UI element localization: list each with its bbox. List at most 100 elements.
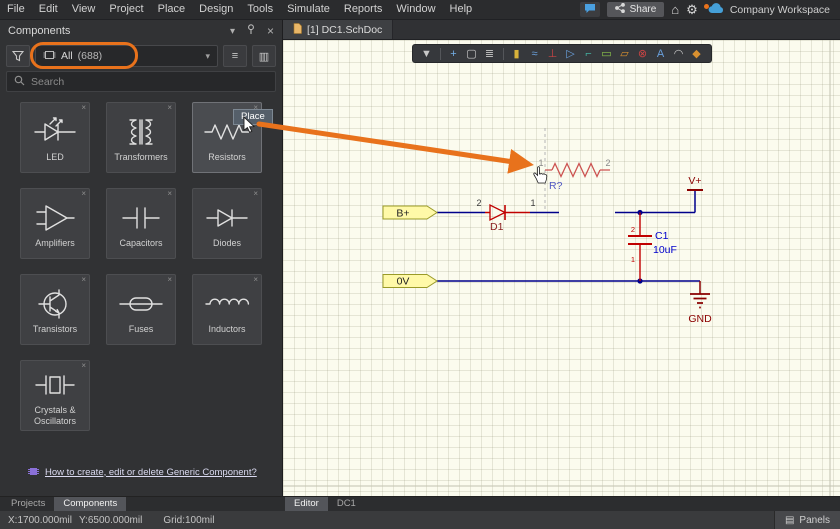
category-tile-crystal[interactable]: ×Crystals & Oscillators	[20, 360, 90, 431]
home-icon[interactable]: ⌂	[671, 2, 679, 17]
search-input[interactable]	[31, 76, 268, 88]
menu-item-design[interactable]: Design	[192, 0, 240, 19]
tile-remove-icon[interactable]: ×	[253, 275, 258, 284]
chevron-down-icon: ▾	[205, 51, 210, 62]
filter-row: All (688) ▾ ≡ ▥	[6, 44, 276, 68]
capacitor-c1[interactable]	[628, 213, 652, 282]
status-x: X:1700.000mil	[8, 515, 72, 526]
resistor-being-placed[interactable]	[545, 164, 610, 177]
place-wire-icon[interactable]: ≈	[527, 46, 543, 62]
dropdown-count: (688)	[78, 50, 103, 62]
place-arc-icon[interactable]: ◠	[671, 46, 687, 62]
tile-remove-icon[interactable]: ×	[81, 361, 86, 370]
cap-pin2-label: 2	[631, 225, 635, 234]
cap-value: 10uF	[653, 244, 677, 256]
category-tile-led[interactable]: ×LED	[20, 102, 90, 173]
menu-item-file[interactable]: File	[0, 0, 32, 19]
power-port-icon[interactable]: ⊥	[545, 46, 561, 62]
diode-designator: D1	[490, 221, 504, 233]
port-bplus[interactable]	[383, 206, 437, 219]
align-icon[interactable]: ≣	[482, 46, 498, 62]
panel-menu-icon[interactable]: ▾	[230, 26, 235, 37]
schematic-canvas[interactable]: ▼+▢≣▮≈⊥▷⌐▭▱⊗A◠◆ B+ 2 1 D1	[283, 40, 840, 496]
led-symbol-icon	[31, 115, 79, 149]
diode-d1[interactable]	[485, 205, 530, 220]
select-area-icon[interactable]: ▢	[464, 46, 480, 62]
category-dropdown[interactable]: All (688) ▾	[35, 45, 218, 67]
tile-label: Amplifiers	[33, 238, 77, 248]
place-bus-icon[interactable]: ⌐	[581, 46, 597, 62]
selection-filter-icon[interactable]: ▼	[419, 46, 435, 62]
menu-item-help[interactable]: Help	[443, 0, 480, 19]
pin-icon[interactable]	[246, 24, 256, 38]
funnel-icon	[12, 50, 24, 62]
crystal-symbol-icon	[31, 368, 79, 402]
gnd-symbol[interactable]	[690, 281, 710, 308]
status-grid: Grid:100mil	[163, 515, 214, 526]
toolbar-separator	[440, 48, 441, 60]
settings-icon[interactable]: ⚙	[686, 2, 698, 17]
menu-item-tools[interactable]: Tools	[240, 0, 280, 19]
tile-remove-icon[interactable]: ×	[167, 275, 172, 284]
share-label: Share	[630, 4, 657, 15]
schematic-drawing: B+ 2 1 D1 2 1 C1 10uF V+	[283, 40, 840, 496]
generic-component-icon	[28, 463, 39, 481]
menu-item-place[interactable]: Place	[151, 0, 193, 19]
menu-item-simulate[interactable]: Simulate	[280, 0, 337, 19]
sheet-entry-icon[interactable]: ▱	[617, 46, 633, 62]
category-tile-diode[interactable]: ×Diodes	[192, 188, 262, 259]
menu-item-reports[interactable]: Reports	[337, 0, 390, 19]
category-tile-capacitor[interactable]: × Capacitors	[106, 188, 176, 259]
tile-remove-icon[interactable]: ×	[167, 103, 172, 112]
panel-tab-components[interactable]: Components	[54, 497, 126, 511]
cloud-icon	[708, 3, 725, 17]
column-placement-icon[interactable]: ▮	[509, 46, 525, 62]
no-erc-icon[interactable]: ⊗	[635, 46, 651, 62]
tile-remove-icon[interactable]: ×	[167, 189, 172, 198]
share-button[interactable]: Share	[607, 2, 665, 17]
tile-remove-icon[interactable]: ×	[81, 275, 86, 284]
help-link[interactable]: How to create, edit or delete Generic Co…	[45, 467, 257, 478]
wire-to-vplus[interactable]	[615, 190, 695, 213]
tile-remove-icon[interactable]: ×	[81, 103, 86, 112]
panel-close-icon[interactable]: ×	[267, 24, 274, 38]
menu-item-edit[interactable]: Edit	[32, 0, 65, 19]
editor-tabs: EditorDC1	[283, 497, 365, 511]
place-text-icon[interactable]: A	[653, 46, 669, 62]
editor-tab-editor[interactable]: Editor	[285, 497, 328, 511]
category-tile-inductor[interactable]: × Inductors	[192, 274, 262, 345]
tile-remove-icon[interactable]: ×	[253, 189, 258, 198]
diode-symbol-icon	[203, 201, 251, 235]
menu-item-view[interactable]: View	[65, 0, 103, 19]
active-bar: ▼ +▢≣ ▮≈⊥▷⌐▭▱⊗A◠◆	[412, 44, 712, 63]
workspace-button[interactable]: Company Workspace	[705, 3, 830, 17]
port-0v[interactable]	[383, 275, 437, 288]
tile-label: Inductors	[206, 324, 247, 334]
category-tile-amplifier[interactable]: × Amplifiers	[20, 188, 90, 259]
move-icon[interactable]: +	[446, 46, 462, 62]
comment-button[interactable]	[580, 2, 600, 17]
place-port-icon[interactable]: ▷	[563, 46, 579, 62]
panels-button[interactable]: ▤ Panels	[774, 511, 840, 529]
editor-tab-dc1[interactable]: DC1	[328, 497, 365, 511]
category-tile-transformer[interactable]: ×Transformers	[106, 102, 176, 173]
panel-tab-projects[interactable]: Projects	[2, 497, 54, 511]
tile-remove-icon[interactable]: ×	[81, 189, 86, 198]
place-polygon-icon[interactable]: ◆	[689, 46, 705, 62]
tile-label: Capacitors	[117, 238, 164, 248]
grid-view-button[interactable]: ▥	[252, 45, 276, 67]
category-tile-fuse[interactable]: ×Fuses	[106, 274, 176, 345]
resistor-pin1-label: 1	[538, 158, 543, 168]
resistor-designator: R?	[549, 180, 563, 192]
document-tab-label: [1] DC1.SchDoc	[307, 24, 382, 36]
sheet-border	[283, 40, 840, 496]
category-tile-transistor[interactable]: ×Transistors	[20, 274, 90, 345]
filter-funnel-button[interactable]	[6, 45, 30, 67]
list-view-button[interactable]: ≡	[223, 45, 247, 67]
transformer-symbol-icon	[117, 115, 165, 149]
sheet-symbol-icon[interactable]: ▭	[599, 46, 615, 62]
document-tab[interactable]: [1] DC1.SchDoc	[283, 20, 393, 39]
fuse-symbol-icon	[117, 287, 165, 321]
menu-item-window[interactable]: Window	[389, 0, 442, 19]
menu-item-project[interactable]: Project	[102, 0, 150, 19]
